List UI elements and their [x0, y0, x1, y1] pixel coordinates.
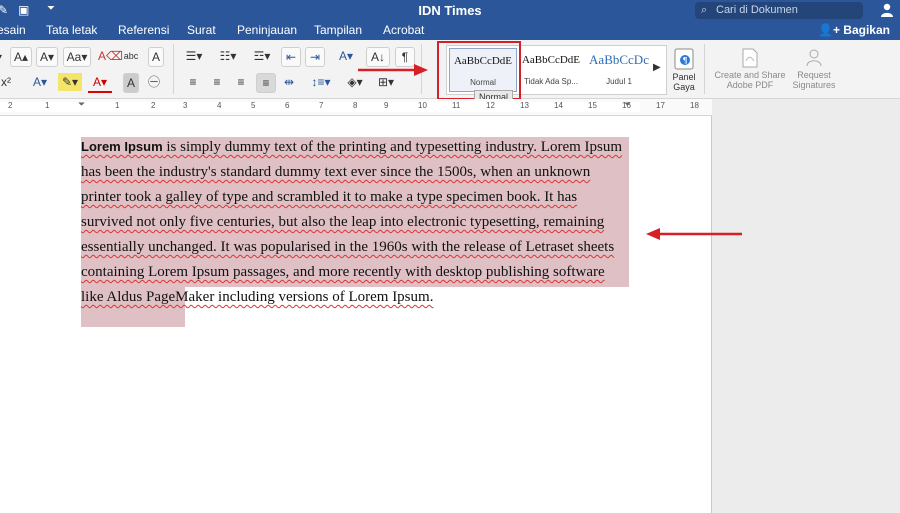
ruler-number: 17 [656, 101, 665, 110]
font-effects-icon[interactable]: A▾ [28, 73, 52, 91]
pdf-icon [742, 48, 758, 68]
ruler-number: 1 [45, 101, 50, 110]
annotation-arrow-right [358, 64, 428, 76]
style-sample: AaBbCcDc [589, 52, 649, 67]
grow-font-icon[interactable]: A▴ [10, 47, 32, 67]
ruler-number: 5 [251, 101, 256, 110]
tab-acrobat[interactable]: Acrobat [383, 23, 424, 37]
share-button[interactable]: 👤+ Bagikan [818, 23, 890, 37]
character-shading-icon[interactable]: A [123, 73, 139, 93]
align-left-icon[interactable]: ≡ [184, 73, 202, 91]
request-label-1: Request [797, 70, 831, 80]
increase-indent-icon[interactable]: ⇥ [305, 47, 325, 67]
bullets-icon[interactable]: ☰▾ [180, 47, 208, 65]
change-case-icon[interactable]: Aa▾ [63, 47, 91, 67]
account-icon[interactable] [880, 3, 894, 18]
line-spacing-icon[interactable]: ↕≡▾ [307, 73, 335, 91]
style-sample: AaBbCcDdE [521, 54, 581, 66]
ruler-number: 12 [486, 101, 495, 110]
right-indent-marker-icon[interactable]: ⏷ [624, 99, 631, 110]
signature-icon [806, 49, 822, 67]
ruler-number: 8 [353, 101, 358, 110]
ruler-number: 2 [151, 101, 156, 110]
ruler-number: 15 [588, 101, 597, 110]
decrease-indent-icon[interactable]: ⇤ [281, 47, 301, 67]
svg-text:¶: ¶ [682, 56, 687, 65]
tab-surat[interactable]: Surat [187, 23, 216, 37]
style-no-spacing[interactable]: AaBbCcDdE Tidak Ada Sp... [518, 48, 584, 90]
canvas-background [712, 116, 900, 513]
font-color-icon[interactable]: A▾ [88, 73, 112, 93]
font-size-dropdown-icon[interactable]: ▾ [0, 48, 2, 66]
search-input[interactable]: ⌕ Cari di Dokumen [695, 2, 863, 19]
divider [173, 44, 174, 94]
align-center-icon[interactable]: ≡ [208, 73, 226, 91]
request-signatures-button[interactable]: Request Signatures [788, 48, 840, 90]
ruler-number: 18 [690, 101, 699, 110]
search-icon: ⌕ [701, 4, 708, 16]
styles-pane-button[interactable]: ¶ Panel Gaya [670, 48, 698, 92]
create-share-pdf-button[interactable]: Create and Share Adobe PDF [712, 48, 788, 90]
ruler-number: 9 [384, 101, 389, 110]
multilevel-list-icon[interactable]: ☲▾ [248, 47, 276, 65]
text-effects-icon[interactable]: A▾ [333, 47, 359, 65]
bold-text: Lorem Ipsum [81, 139, 163, 154]
justify-icon[interactable]: ≡ [256, 73, 276, 93]
search-placeholder: Cari di Dokumen [716, 4, 798, 16]
paragraph-text: is simply dummy text of the printing and… [81, 139, 623, 305]
tab-tata-letak[interactable]: Tata letak [46, 23, 97, 37]
style-name: Judul 1 [606, 77, 632, 86]
numbering-icon[interactable]: ☷▾ [214, 47, 242, 65]
ruler-number: 3 [183, 101, 188, 110]
ruler-number: 4 [217, 101, 222, 110]
superscript-icon[interactable]: x² [0, 73, 14, 91]
highlight-color-icon[interactable]: ✎▾ [58, 73, 82, 91]
add-person-icon: 👤+ [818, 23, 840, 37]
tab-referensi[interactable]: Referensi [118, 23, 169, 37]
style-heading-1[interactable]: AaBbCcDc Judul 1 [586, 48, 652, 90]
ruler-number: 7 [319, 101, 324, 110]
document-body[interactable]: Lorem Ipsum is simply dummy text of the … [81, 134, 628, 310]
create-share-label-1: Create and Share [714, 70, 786, 80]
ruler-number: 13 [520, 101, 529, 110]
annotation-arrow-left [646, 228, 742, 240]
title-bar: ✎ ▣ ⏷ IDN Times ⌕ Cari di Dokumen [0, 0, 900, 22]
ruler-number: 1 [115, 101, 120, 110]
ruler-number: 14 [554, 101, 563, 110]
ruler[interactable]: 2 1 1 2 3 4 5 6 7 8 9 10 11 12 13 14 15 … [0, 99, 712, 116]
style-name: Tidak Ada Sp... [524, 77, 578, 86]
share-label: Bagikan [843, 23, 890, 37]
tab-tampilan[interactable]: Tampilan [314, 23, 362, 37]
ruler-number: 10 [418, 101, 427, 110]
ruler-number: 2 [8, 101, 13, 110]
indent-marker-icon[interactable]: ⏷ [78, 99, 85, 110]
tab-peninjauan[interactable]: Peninjauan [237, 23, 297, 37]
ruler-number: 6 [285, 101, 290, 110]
styles-pane-icon: ¶ [674, 48, 694, 70]
clear-format-icon[interactable]: A⌫ [98, 47, 123, 65]
align-right-icon[interactable]: ≡ [232, 73, 250, 91]
create-share-label-2: Adobe PDF [726, 80, 774, 90]
distributed-icon[interactable]: ⇹ [280, 73, 298, 91]
ruler-number: 11 [452, 101, 461, 110]
shrink-font-icon[interactable]: A▾ [36, 47, 58, 67]
ribbon-tabs: esain Tata letak Referensi Surat Peninja… [0, 22, 900, 40]
tab-desain[interactable]: esain [0, 23, 26, 37]
gallery-next-icon[interactable]: ▶ [653, 62, 661, 73]
divider [704, 44, 705, 94]
character-border-icon[interactable]: A [148, 47, 164, 67]
panel-label-1: Panel [672, 72, 696, 82]
enclose-character-icon[interactable]: ㊀ [146, 73, 162, 91]
panel-label-2: Gaya [673, 82, 695, 92]
phonetic-guide-icon[interactable]: abc [122, 47, 140, 65]
request-label-2: Signatures [792, 80, 836, 90]
